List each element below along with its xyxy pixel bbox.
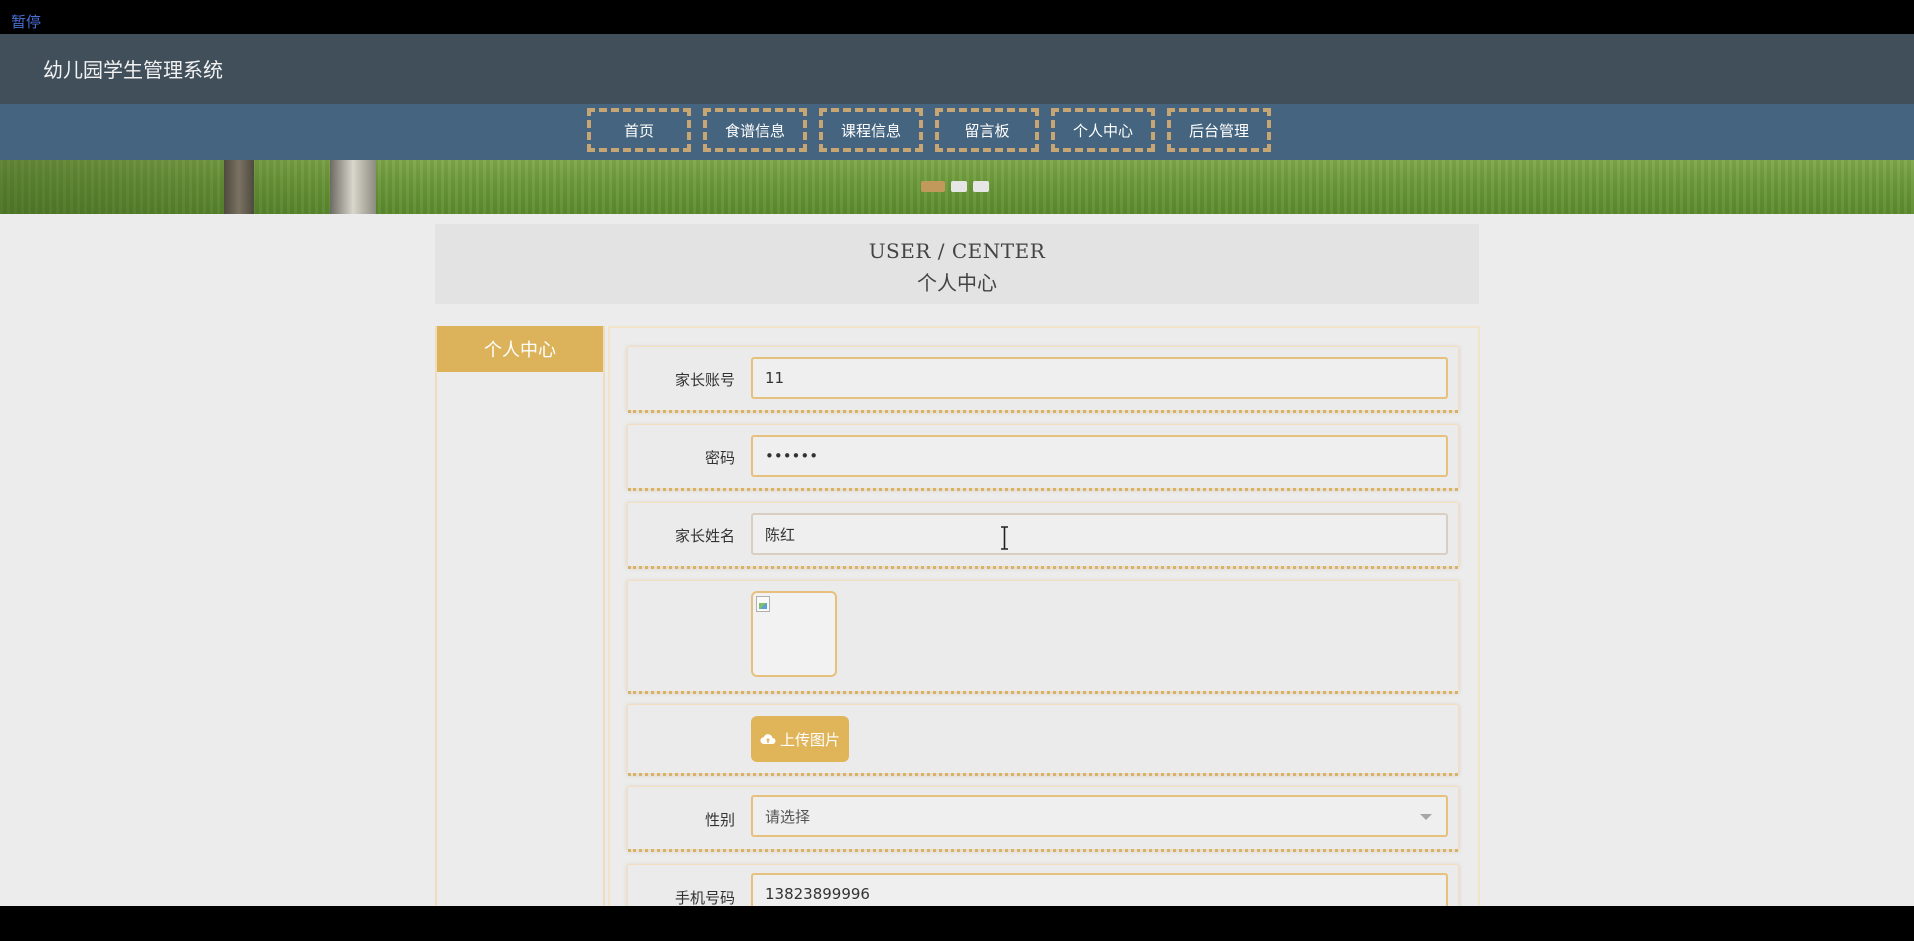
page-heading-en: USER / CENTER (868, 239, 1046, 263)
nav-list: 首页 食谱信息 课程信息 留言板 个人中心 后台管理 (587, 108, 1271, 152)
carousel-dot-3[interactable] (973, 181, 989, 192)
nav-item-recipes[interactable]: 食谱信息 (703, 108, 807, 152)
page-viewport: 幼儿园学生管理系统 首页 食谱信息 课程信息 留言板 个人中心 后台管理 USE… (0, 34, 1914, 906)
gender-select-placeholder: 请选择 (765, 807, 811, 826)
form-row-upload: 上传图片 (627, 704, 1459, 776)
form-row-account: 家长账号 (627, 346, 1459, 413)
form-row-phone: 手机号码 (627, 864, 1459, 906)
form-row-parent-name: 家长姓名 (627, 502, 1459, 569)
page-heading: USER / CENTER 个人中心 (435, 224, 1479, 304)
nav-item-admin[interactable]: 后台管理 (1167, 108, 1271, 152)
banner-birch-trunk (330, 160, 376, 214)
form-row-gender: 性别 请选择 (627, 786, 1459, 852)
password-label: 密码 (704, 449, 735, 467)
nav-item-home[interactable]: 首页 (587, 108, 691, 152)
phone-label: 手机号码 (674, 889, 735, 906)
carousel-dot-1[interactable] (921, 181, 945, 192)
phone-input[interactable] (751, 873, 1448, 906)
avatar-preview[interactable] (751, 591, 837, 677)
main-nav: 首页 食谱信息 课程信息 留言板 个人中心 后台管理 (0, 104, 1914, 160)
account-label: 家长账号 (674, 371, 735, 389)
pause-link[interactable]: 暂停 (11, 11, 41, 32)
page-heading-cn: 个人中心 (917, 271, 997, 295)
gender-select[interactable]: 请选择 (751, 795, 1448, 837)
broken-image-icon (756, 596, 770, 612)
sidebar-tab-user-center[interactable]: 个人中心 (437, 326, 603, 372)
parent-name-input[interactable] (751, 513, 1448, 555)
chevron-down-icon (1420, 814, 1432, 820)
carousel-dot-2[interactable] (951, 181, 967, 192)
bottom-bar (0, 906, 1914, 941)
cloud-upload-icon (760, 734, 776, 745)
form-row-avatar-preview (627, 580, 1459, 694)
banner-tree-trunk (224, 160, 254, 214)
password-input[interactable] (751, 435, 1448, 477)
text-cursor-icon (1001, 526, 1008, 550)
gender-label: 性别 (704, 811, 735, 829)
banner-carousel (0, 160, 1914, 214)
nav-item-courses[interactable]: 课程信息 (819, 108, 923, 152)
upload-image-button[interactable]: 上传图片 (751, 716, 849, 762)
site-title: 幼儿园学生管理系统 (43, 58, 223, 82)
carousel-dots (921, 181, 989, 192)
parent-name-label: 家长姓名 (674, 527, 735, 545)
upload-button-label: 上传图片 (779, 730, 840, 749)
nav-item-user-center[interactable]: 个人中心 (1051, 108, 1155, 152)
top-header: 幼儿园学生管理系统 (0, 34, 1914, 104)
pause-bar: 暂停 (0, 0, 1914, 34)
account-input[interactable] (751, 357, 1448, 399)
form-row-password: 密码 (627, 424, 1459, 491)
nav-item-message-board[interactable]: 留言板 (935, 108, 1039, 152)
sidebar: 个人中心 (435, 326, 605, 906)
